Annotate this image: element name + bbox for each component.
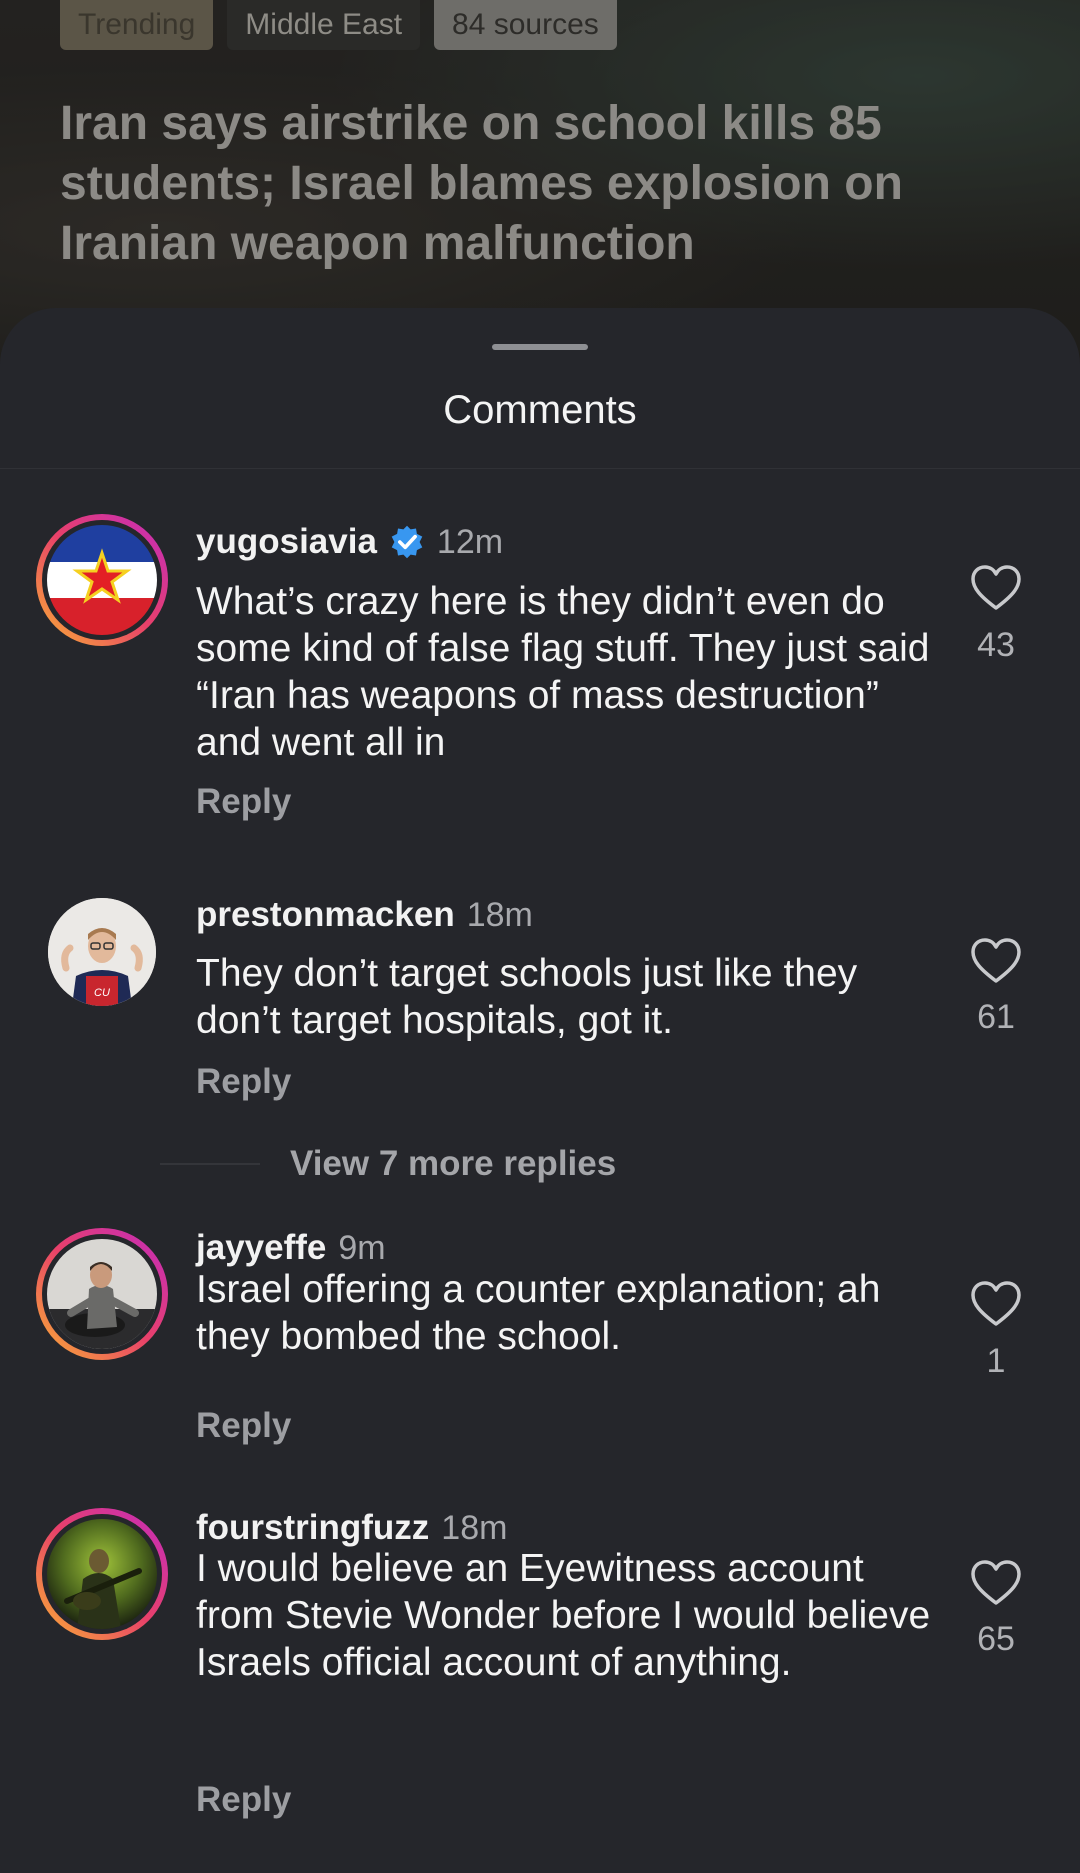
comment-username[interactable]: yugosiavia bbox=[196, 522, 377, 562]
avatar[interactable] bbox=[36, 514, 168, 646]
heart-outline-icon[interactable] bbox=[970, 937, 1022, 985]
screen: Trending Middle East 84 sources Iran say… bbox=[0, 0, 1080, 1873]
comment-text: They don’t target schools just like they… bbox=[196, 952, 858, 1042]
like-count: 43 bbox=[977, 626, 1015, 664]
reply-button[interactable]: Reply bbox=[196, 1406, 291, 1446]
comment-time: 9m bbox=[338, 1228, 386, 1267]
tag-trending[interactable]: Trending bbox=[60, 0, 214, 50]
comments-sheet: Comments yugosiavia 12m What’s crazy her… bbox=[0, 308, 1080, 1873]
comment-username[interactable]: fourstringfuzz bbox=[196, 1508, 429, 1548]
tag-region[interactable]: Middle East bbox=[227, 0, 421, 50]
view-more-replies[interactable]: View 7 more replies bbox=[160, 1144, 616, 1184]
article-headline: Iran says airstrike on school kills 85 s… bbox=[60, 97, 903, 270]
comment-header: fourstringfuzz 18m bbox=[196, 1508, 507, 1548]
article-tags: Trending Middle East 84 sources bbox=[60, 0, 617, 50]
like-count: 1 bbox=[986, 1342, 1006, 1380]
comment-time: 18m bbox=[466, 895, 533, 934]
comment-text: What’s crazy here is they didn’t even do… bbox=[196, 580, 930, 764]
avatar[interactable] bbox=[36, 1228, 168, 1360]
svg-text:CU: CU bbox=[94, 987, 110, 999]
heart-outline-icon[interactable] bbox=[970, 564, 1022, 612]
guitarist-avatar-image bbox=[47, 1519, 157, 1629]
heart-outline-icon[interactable] bbox=[970, 1559, 1022, 1607]
avatar[interactable] bbox=[36, 1508, 168, 1640]
comment-username[interactable]: prestonmacken bbox=[196, 895, 455, 935]
verified-badge-icon bbox=[391, 525, 423, 559]
comment-header: yugosiavia 12m bbox=[196, 522, 503, 562]
comment-text: Israel offering a counter explanation; a… bbox=[196, 1268, 881, 1358]
like-count: 61 bbox=[977, 998, 1015, 1036]
sheet-title: Comments bbox=[443, 388, 637, 432]
like-count: 65 bbox=[977, 1620, 1015, 1658]
comment-time: 18m bbox=[441, 1508, 508, 1547]
comment-header: prestonmacken 18m bbox=[196, 895, 533, 935]
comment-time: 12m bbox=[436, 522, 504, 561]
reply-button[interactable]: Reply bbox=[196, 1062, 291, 1102]
avatar[interactable]: CU bbox=[48, 898, 156, 1006]
person-avatar-image: CU bbox=[48, 898, 156, 1006]
person-avatar-image bbox=[47, 1239, 157, 1349]
comment-header: jayyeffe 9m bbox=[196, 1228, 386, 1268]
comment-text: I would believe an Eyewitness account fr… bbox=[196, 1547, 931, 1684]
sheet-divider bbox=[0, 468, 1080, 469]
heart-outline-icon[interactable] bbox=[970, 1280, 1022, 1328]
yugoslav-flag-avatar-image bbox=[47, 525, 157, 635]
tag-sources[interactable]: 84 sources bbox=[434, 0, 617, 50]
reply-button[interactable]: Reply bbox=[196, 1780, 291, 1820]
view-replies-divider bbox=[160, 1163, 260, 1165]
sheet-grabber[interactable] bbox=[492, 344, 588, 350]
reply-button[interactable]: Reply bbox=[196, 782, 291, 822]
comment-username[interactable]: jayyeffe bbox=[196, 1228, 326, 1268]
view-replies-label[interactable]: View 7 more replies bbox=[290, 1144, 616, 1184]
